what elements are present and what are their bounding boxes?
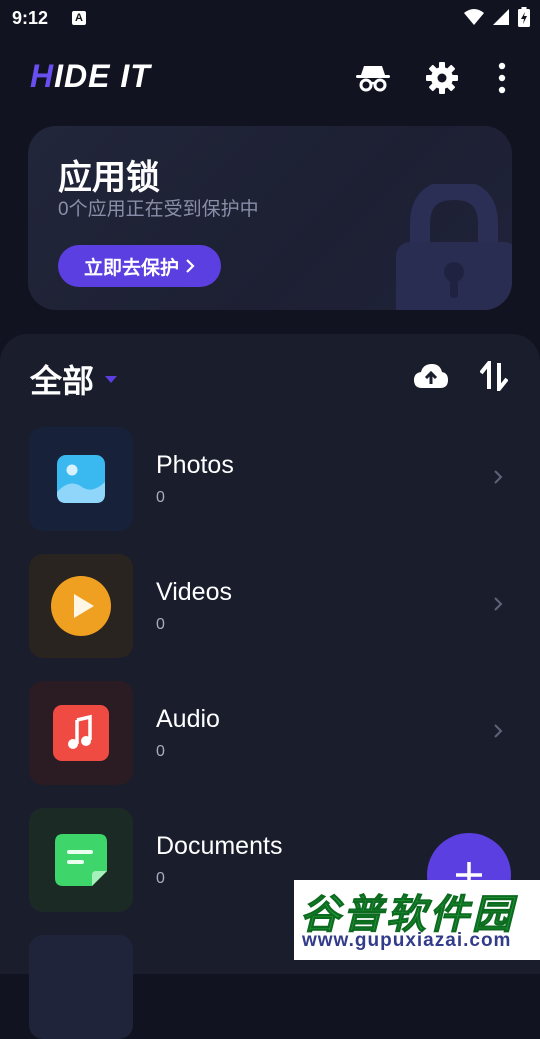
image-icon (57, 455, 105, 503)
music-note-icon (53, 705, 109, 761)
chevron-right-icon (494, 724, 503, 738)
settings-button[interactable] (424, 60, 460, 96)
category-row-audio[interactable]: Audio 0 (0, 681, 540, 785)
category-count: 0 (156, 489, 165, 506)
play-icon (51, 576, 111, 636)
category-name: Photos (156, 451, 234, 479)
protect-now-button[interactable]: 立即去保护 (58, 245, 221, 287)
category-count: 0 (156, 616, 165, 633)
category-filter-dropdown[interactable]: 全部 (30, 356, 118, 402)
app-lock-card[interactable]: 应用锁 0个应用正在受到保护中 立即去保护 (28, 126, 512, 310)
logo-letter: H (30, 58, 55, 94)
panel-header: 全部 (0, 334, 540, 414)
documents-tile (29, 808, 133, 912)
category-name: Documents (156, 832, 283, 860)
chevron-right-icon (186, 259, 195, 273)
filter-label: 全部 (30, 363, 95, 399)
category-row-videos[interactable]: Videos 0 (0, 554, 540, 658)
chevron-right-icon (494, 470, 503, 484)
a-icon: A (72, 11, 86, 25)
cloud-upload-button[interactable] (411, 358, 451, 394)
app-logo: HIDE IT (30, 58, 151, 95)
category-count: 0 (156, 870, 165, 887)
videos-tile (29, 554, 133, 658)
cloud-upload-icon (414, 364, 448, 388)
battery-icon (518, 7, 530, 27)
audio-tile (29, 681, 133, 785)
signal-icon (493, 9, 509, 25)
watermark: 谷普软件园 www.gupuxiazai.com (294, 880, 540, 960)
more-vertical-icon (498, 62, 506, 94)
status-bar: 9:12 A (0, 0, 540, 36)
photos-tile (29, 427, 133, 531)
lock-card-subtitle: 0个应用正在受到保护中 (58, 199, 259, 220)
status-icons (464, 7, 530, 27)
padlock-icon (396, 184, 512, 310)
category-name: Audio (156, 705, 220, 733)
status-time: 9:12 (12, 8, 49, 28)
category-name: Videos (156, 578, 232, 606)
watermark-url: www.gupuxiazai.com (302, 930, 512, 951)
wifi-icon (464, 9, 484, 25)
caret-down-icon (105, 376, 118, 383)
more-button[interactable] (484, 60, 520, 96)
category-row-photos[interactable]: Photos 0 (0, 427, 540, 531)
category-count: 0 (156, 743, 165, 760)
sort-button[interactable] (474, 358, 514, 394)
gear-icon (426, 62, 458, 94)
document-icon (55, 834, 107, 886)
partial-tile (29, 935, 133, 1039)
incognito-icon (356, 66, 390, 92)
protect-now-label: 立即去保护 (83, 257, 179, 279)
chevron-right-icon (494, 597, 503, 611)
logo-text: IDE IT (54, 58, 151, 94)
app-header: HIDE IT (0, 50, 540, 104)
sort-icon (480, 361, 508, 391)
lock-card-title: 应用锁 (58, 159, 160, 197)
incognito-button[interactable] (355, 60, 391, 96)
